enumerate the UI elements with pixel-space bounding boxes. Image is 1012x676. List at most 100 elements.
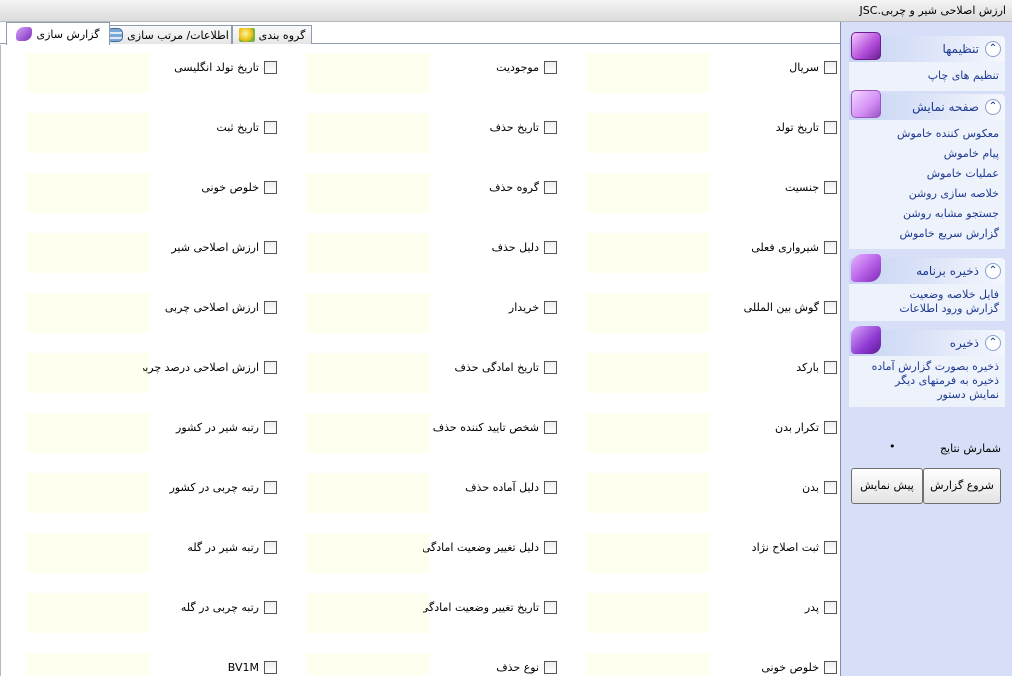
field-checkbox[interactable] [824,601,837,614]
field-row: تاریخ تغییر وضعیت امادگی حذف [307,593,561,633]
display-option-link[interactable]: گزارش سریع خاموش [855,224,999,244]
field-checkbox[interactable] [264,121,277,134]
field-label: خریدار [508,301,539,314]
save-program-icon [851,254,881,282]
field-checkbox[interactable] [264,541,277,554]
field-checkbox[interactable] [544,61,557,74]
field-checkbox[interactable] [824,121,837,134]
field-checkbox[interactable] [544,181,557,194]
show-command-link[interactable]: نمایش دستور [855,388,999,402]
field-row: جنسیت [587,173,841,213]
field-row: تاریخ حذف [307,113,561,153]
field-checkbox[interactable] [544,601,557,614]
field-checkbox[interactable] [264,301,277,314]
field-row: دلیل تغییر وضعیت امادگی حذف [307,533,561,573]
field-checkbox[interactable] [824,301,837,314]
field-row: تاریخ تولد [587,113,841,153]
field-checkbox[interactable] [544,661,557,674]
field-checkbox[interactable] [824,181,837,194]
field-checkbox[interactable] [544,541,557,554]
save-icon [851,326,881,354]
tab-grouping[interactable]: گروه بندی [232,25,312,44]
task-sidebar: تنظیمها ⌃ تنظیم های چاپ صفحه نمایش ⌃ معک… [840,22,1012,676]
field-row: تاریخ ثبت [27,113,281,153]
grouping-icon [238,28,255,42]
report-fields-panel: سریال تاریخ تولد جنسیت شیرواری فعلی گوش … [0,45,840,676]
print-settings-link[interactable]: تنظیم های چاپ [855,66,999,86]
display-option-link[interactable]: خلاصه سازی روشن [855,184,999,204]
collapse-chevron-icon[interactable]: ⌃ [985,41,1001,57]
tab-report-building[interactable]: گزارش سازی [6,22,110,45]
field-checkbox[interactable] [264,481,277,494]
field-checkbox[interactable] [824,361,837,374]
save-panel-header[interactable]: ذخیره ⌃ [849,326,1005,356]
display-option-link[interactable]: پیام خاموش [855,144,999,164]
field-row: بارکد [587,353,841,393]
field-checkbox[interactable] [264,601,277,614]
field-label: ارزش اصلاحی درصد چربی [143,361,259,374]
window-title: ارزش اصلاحی شیر و چربی.JSC [859,4,1006,17]
field-checkbox[interactable] [544,481,557,494]
field-row: شیرواری فعلی [587,233,841,273]
field-checkbox[interactable] [544,301,557,314]
field-row: موجودیت [307,53,561,93]
field-label: ارزش اصلاحی چربی [164,301,259,314]
field-label: تکرار بدن [775,421,819,434]
save-as-report-link[interactable]: ذخیره بصورت گزارش آماده [855,360,999,374]
field-row: ارزش اصلاحی چربی [27,293,281,333]
field-row: BV1M [27,653,281,676]
field-checkbox[interactable] [824,421,837,434]
summary-file-link[interactable]: فایل خلاصه وضعیت [855,288,999,302]
save-program-panel-header[interactable]: ذخیره برنامه ⌃ [849,254,1005,284]
display-panel-title: صفحه نمایش [912,100,979,114]
field-checkbox[interactable] [824,61,837,74]
collapse-chevron-icon[interactable]: ⌃ [985,263,1001,279]
field-checkbox[interactable] [264,421,277,434]
field-checkbox[interactable] [824,241,837,254]
save-program-panel-title: ذخیره برنامه [916,264,979,278]
preview-button[interactable]: پیش نمایش [851,468,923,504]
field-checkbox[interactable] [824,661,837,674]
field-row: پدر [587,593,841,633]
field-checkbox[interactable] [544,361,557,374]
save-panel-title: ذخیره [949,336,979,350]
tab-label: اطلاعات/ مرتب سازی [127,28,229,42]
field-checkbox[interactable] [264,241,277,254]
field-label: پدر [804,601,819,614]
field-checkbox[interactable] [264,181,277,194]
display-option-link[interactable]: جستجو مشابه روشن [855,204,999,224]
collapse-chevron-icon[interactable]: ⌃ [985,335,1001,351]
title-bar: ارزش اصلاحی شیر و چربی.JSC [0,0,1012,22]
report-icon [16,27,33,41]
field-row: رتبه چربی در کشور [27,473,281,513]
display-option-link[interactable]: معکوس کننده خاموش [855,124,999,144]
display-option-link[interactable]: عملیات خاموش [855,164,999,184]
start-report-button[interactable]: شروع گزارش [923,468,1001,504]
field-checkbox[interactable] [824,541,837,554]
field-checkbox[interactable] [544,121,557,134]
field-checkbox[interactable] [264,661,277,674]
field-label: گوش بین المللی [743,301,819,314]
field-row: سریال [587,53,841,93]
tab-data-sorting[interactable]: اطلاعات/ مرتب سازی [104,25,232,44]
field-row: نوع حذف [307,653,561,676]
field-row: تکرار بدن [587,413,841,453]
save-program-panel: ذخیره برنامه ⌃ فایل خلاصه وضعیت گزارش ور… [849,254,1005,321]
display-panel-header[interactable]: صفحه نمایش ⌃ [849,90,1005,120]
field-label: گروه حذف [489,181,539,194]
field-row: دلیل حذف [307,233,561,273]
settings-panel: تنظیمها ⌃ تنظیم های چاپ [849,32,1005,91]
data-entry-report-link[interactable]: گزارش ورود اطلاعات [855,302,999,316]
field-label: شخص تایید کننده حذف [432,421,539,434]
field-checkbox[interactable] [544,241,557,254]
field-checkbox[interactable] [264,361,277,374]
field-checkbox[interactable] [824,481,837,494]
display-panel: صفحه نمایش ⌃ معکوس کننده خاموش پیام خامو… [849,90,1005,249]
collapse-chevron-icon[interactable]: ⌃ [985,99,1001,115]
settings-panel-header[interactable]: تنظیمها ⌃ [849,32,1005,62]
field-label: خلوص خونی [761,661,819,674]
field-checkbox[interactable] [264,61,277,74]
field-label: رتبه چربی در کشور [169,481,259,494]
save-other-formats-link[interactable]: ذخیره به فرمتهای دیگر [855,374,999,388]
field-checkbox[interactable] [544,421,557,434]
